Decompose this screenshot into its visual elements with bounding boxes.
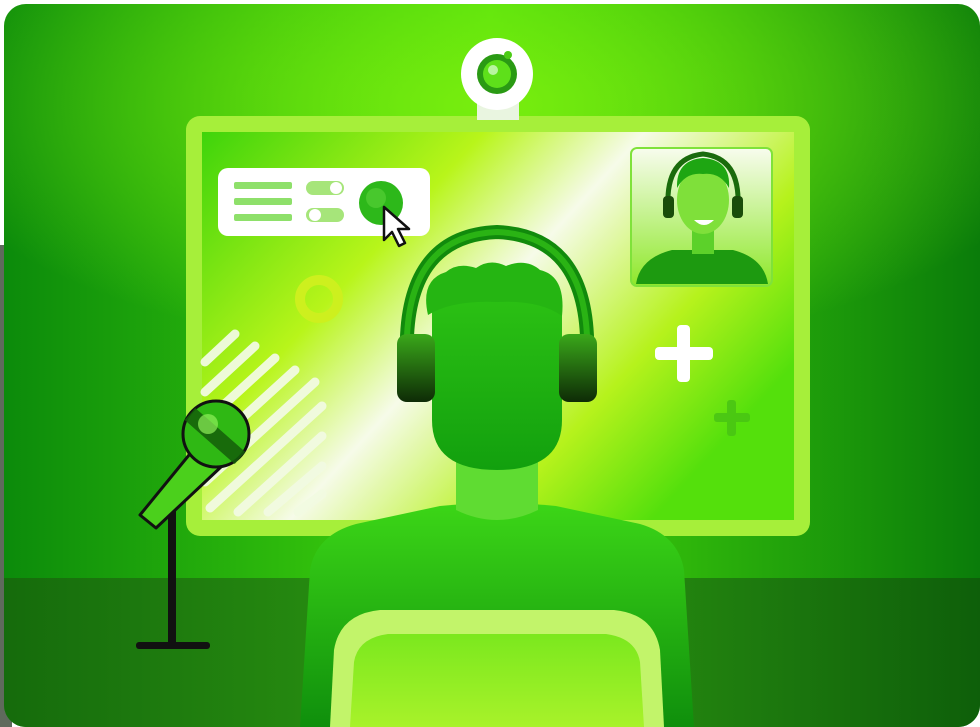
menu-line	[234, 182, 292, 189]
video-call-illustration	[0, 4, 980, 727]
participant-thumbnail[interactable]	[630, 147, 773, 287]
menu-line	[234, 198, 292, 205]
menu-line	[234, 214, 292, 221]
toggle-knob	[309, 209, 321, 221]
headphone-ear-left	[397, 334, 435, 402]
person-head	[432, 278, 562, 470]
chair	[330, 610, 664, 727]
settings-card[interactable]	[218, 168, 430, 248]
headphone-ear-right	[732, 196, 743, 218]
toggle-knob	[330, 182, 342, 194]
record-button-highlight	[366, 188, 386, 208]
headphone-ear-right	[559, 334, 597, 402]
headphone-ear-left	[663, 196, 674, 218]
